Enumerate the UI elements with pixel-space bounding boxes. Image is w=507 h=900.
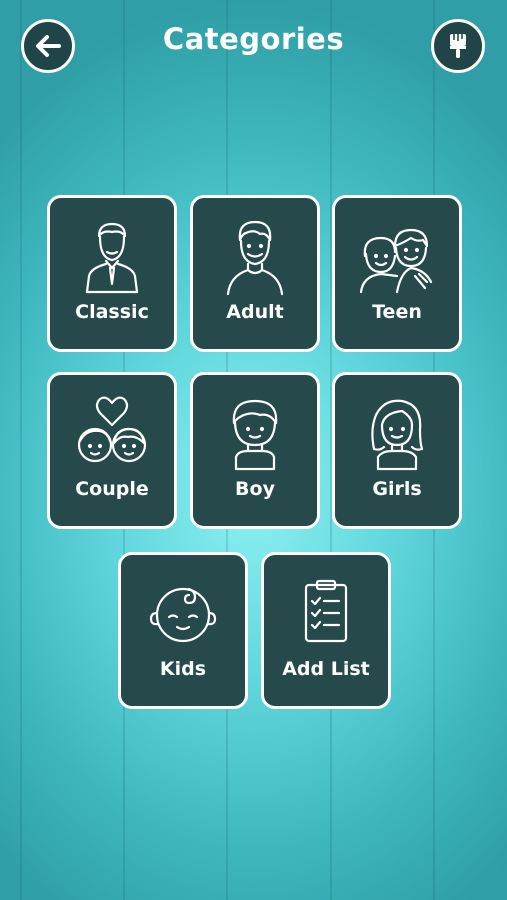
category-label: Adult [226,301,284,323]
category-label: Girls [372,478,422,500]
category-label: Couple [75,478,149,500]
boy-icon [232,399,278,471]
category-label: Classic [75,301,149,323]
adult-man-icon [226,220,284,296]
theme-button[interactable] [431,19,485,73]
girl-icon [371,399,424,471]
category-tile-add-list[interactable]: Add List [261,552,391,709]
category-label: Kids [159,658,207,680]
baby-icon [149,587,217,643]
man-in-suit-icon [85,222,139,294]
top-bar: Categories [0,0,507,95]
category-tile-kids[interactable]: Kids [118,552,248,709]
category-tile-couple[interactable]: Couple [47,372,177,529]
category-tile-adult[interactable]: Adult [190,195,320,352]
category-tile-classic[interactable]: Classic [47,195,177,352]
category-tile-boy[interactable]: Boy [190,372,320,529]
paint-brush-icon [450,34,466,58]
category-tile-girls[interactable]: Girls [332,372,462,529]
category-label: Teen [372,301,422,323]
category-tile-teen[interactable]: Teen [332,195,462,352]
clipboard-checklist-icon [304,579,348,643]
teen-friends-icon [359,228,433,294]
category-label: Boy [235,478,275,500]
couple-heart-icon [77,396,147,463]
category-label: Add List [282,658,370,680]
